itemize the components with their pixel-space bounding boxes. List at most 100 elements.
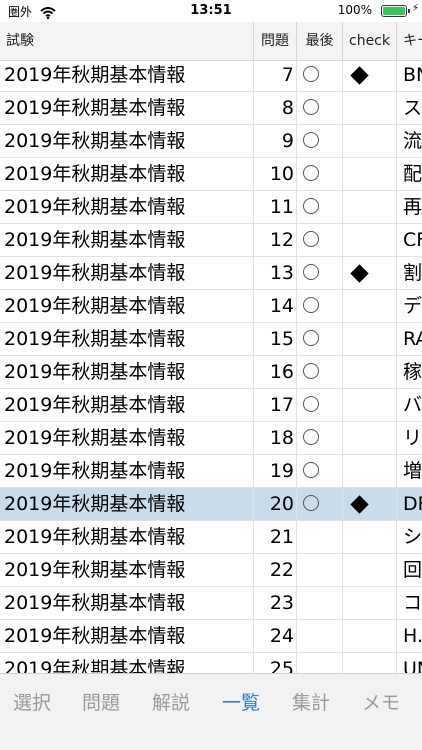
table-row[interactable]: 2019年秋期基本情報 13 割 <box>0 257 422 290</box>
table-row[interactable]: 2019年秋期基本情報25 UN <box>0 653 422 673</box>
question-number-cell: 11 <box>254 191 297 223</box>
last-cell <box>297 92 343 124</box>
last-cell <box>297 521 343 553</box>
table-row[interactable]: 2019年秋期基本情報 17 バ <box>0 389 422 422</box>
table-row[interactable]: 2019年秋期基本情報 16 稼 <box>0 356 422 389</box>
check-cell[interactable] <box>343 323 397 355</box>
last-cell <box>297 488 343 520</box>
question-number-cell: 9 <box>254 125 297 157</box>
keyword-cell: 稼 <box>403 361 422 383</box>
exam-name-cell: 2019年秋期基本情報 <box>0 125 254 157</box>
table-row[interactable]: 2019年秋期基本情報 21 シ <box>0 521 422 554</box>
battery-percent: 100% <box>337 3 372 17</box>
keyword-cell: BN <box>403 64 422 86</box>
check-cell[interactable] <box>343 653 397 673</box>
table-row[interactable]: 2019年秋期基本情報 19 増 <box>0 455 422 488</box>
tab-1[interactable]: 問題 <box>82 688 120 715</box>
exam-name-cell: 2019年秋期基本情報 <box>0 61 254 91</box>
last-cell <box>297 620 343 652</box>
tab-5[interactable]: メモ <box>362 688 400 715</box>
last-cell <box>297 356 343 388</box>
circle-icon <box>303 429 319 445</box>
check-cell[interactable] <box>343 422 397 454</box>
exam-name-cell: 2019年秋期基本情報 <box>0 356 254 388</box>
table-row[interactable]: 2019年秋期基本情報7 BN <box>0 61 422 92</box>
tab-0[interactable]: 選択 <box>13 688 51 715</box>
exam-name-cell: 2019年秋期基本情報 <box>0 257 254 289</box>
battery-icon <box>381 5 407 17</box>
table-row[interactable]: 2019年秋期基本情報 12 CF <box>0 224 422 257</box>
table-row[interactable]: 2019年秋期基本情報 22 回 <box>0 554 422 587</box>
check-cell[interactable] <box>343 488 397 520</box>
check-cell[interactable] <box>343 554 397 586</box>
check-cell[interactable] <box>343 125 397 157</box>
table-row[interactable]: 2019年秋期基本情報 9 流 <box>0 125 422 158</box>
question-number-cell: 22 <box>254 554 297 586</box>
last-cell <box>297 257 343 289</box>
exam-name-cell: 2019年秋期基本情報 <box>0 191 254 223</box>
circle-icon <box>303 198 319 214</box>
last-cell <box>297 290 343 322</box>
keyword-cell: ス <box>403 97 422 119</box>
question-number-cell: 16 <box>254 356 297 388</box>
last-cell <box>297 224 343 256</box>
question-number-cell: 20 <box>254 488 297 520</box>
check-cell[interactable] <box>343 158 397 190</box>
table-row[interactable]: 2019年秋期基本情報 11 再 <box>0 191 422 224</box>
check-cell[interactable] <box>343 620 397 652</box>
question-number-cell: 25 <box>254 653 297 673</box>
tab-4[interactable]: 集計 <box>292 688 330 715</box>
check-cell[interactable] <box>343 224 397 256</box>
check-cell[interactable] <box>343 191 397 223</box>
keyword-cell: 配 <box>403 163 422 185</box>
check-cell[interactable] <box>343 587 397 619</box>
header-exam[interactable]: 試験 <box>0 22 254 60</box>
table-row[interactable]: 2019年秋期基本情報 8 ス <box>0 92 422 125</box>
header-check[interactable]: check <box>343 22 397 60</box>
last-cell <box>297 61 343 91</box>
check-cell[interactable] <box>343 455 397 487</box>
question-list[interactable]: 2019年秋期基本情報7BN2019年秋期基本情報8ス2019年秋期基本情報9流… <box>0 61 422 673</box>
exam-name-cell: 2019年秋期基本情報 <box>0 488 254 520</box>
keyword-cell: デ <box>403 295 422 317</box>
circle-icon <box>303 165 319 181</box>
table-row[interactable]: 2019年秋期基本情報 15 RA <box>0 323 422 356</box>
last-cell <box>297 191 343 223</box>
table-row[interactable]: 2019年秋期基本情報 24 H. <box>0 620 422 653</box>
header-keyword[interactable]: キー <box>397 22 422 60</box>
table-row[interactable]: 2019年秋期基本情報 14 デ <box>0 290 422 323</box>
exam-name-cell: 2019年秋期基本情報 <box>0 521 254 553</box>
check-cell[interactable] <box>343 356 397 388</box>
header-question-number[interactable]: 問題 <box>254 22 297 60</box>
header-last[interactable]: 最後 <box>297 22 343 60</box>
table-row[interactable]: 2019年秋期基本情報20 DF <box>0 488 422 521</box>
circle-icon <box>303 396 319 412</box>
table-row[interactable]: 2019年秋期基本情報 18 リ <box>0 422 422 455</box>
table-row[interactable]: 2019年秋期基本情報 23 コ <box>0 587 422 620</box>
exam-name-cell: 2019年秋期基本情報 <box>0 92 254 124</box>
question-number-cell: 7 <box>254 61 297 91</box>
check-cell[interactable] <box>343 257 397 289</box>
diamond-icon <box>350 495 369 514</box>
keyword-cell: 再 <box>403 196 422 218</box>
keyword-cell: DF <box>403 493 422 515</box>
charging-icon: ⚡ <box>411 3 419 14</box>
check-cell[interactable] <box>343 61 397 91</box>
check-cell[interactable] <box>343 290 397 322</box>
table-row[interactable]: 2019年秋期基本情報 10 配 <box>0 158 422 191</box>
check-cell[interactable] <box>343 389 397 421</box>
check-cell[interactable] <box>343 521 397 553</box>
keyword-cell: 増 <box>403 460 422 482</box>
last-cell <box>297 653 343 673</box>
keyword-cell: H. <box>403 625 422 647</box>
circle-icon <box>303 363 319 379</box>
question-number-cell: 8 <box>254 92 297 124</box>
last-cell <box>297 554 343 586</box>
tab-3[interactable]: 一覧 <box>222 688 260 715</box>
exam-name-cell: 2019年秋期基本情報 <box>0 389 254 421</box>
question-number-cell: 21 <box>254 521 297 553</box>
check-cell[interactable] <box>343 92 397 124</box>
tab-2[interactable]: 解説 <box>152 688 190 715</box>
question-number-cell: 13 <box>254 257 297 289</box>
exam-name-cell: 2019年秋期基本情報 <box>0 653 254 673</box>
